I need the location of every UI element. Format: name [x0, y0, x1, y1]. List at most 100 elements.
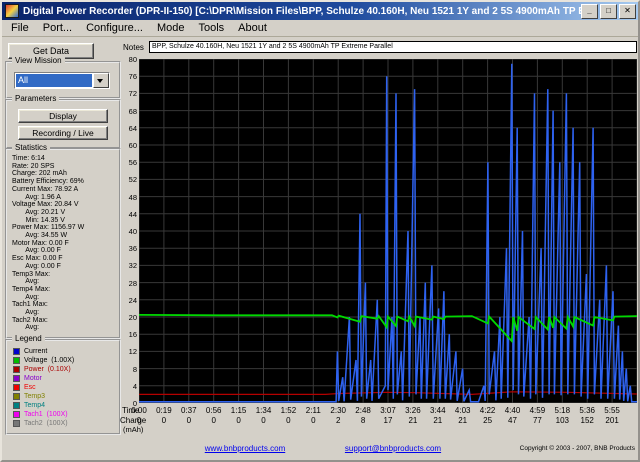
legend-group: Legend CurrentVoltage (1.00X)Power (0.10… — [5, 339, 121, 435]
time-tick: 4:59 — [530, 406, 546, 415]
legend-item-esc[interactable]: Esc — [13, 383, 117, 392]
legend-items: CurrentVoltage (1.00X)Power (0.10X) Motor… — [13, 347, 117, 428]
plot-area[interactable] — [139, 59, 637, 403]
view-mission-select[interactable]: All — [14, 72, 110, 89]
legend-item-tach2-100x[interactable]: Tach2 (100X) — [13, 419, 117, 428]
plot-svg[interactable] — [139, 59, 637, 403]
legend-label: Temp4 — [24, 402, 45, 409]
stat-line: Avg: 20.21 V — [12, 209, 118, 217]
notes-label: Notes — [123, 43, 144, 52]
charge-tick: 0 — [286, 416, 290, 425]
stat-line: Tach1 Max: — [12, 301, 118, 309]
legend-swatch — [13, 420, 20, 427]
legend-group-label: Legend — [12, 334, 45, 343]
content: Get Data View Mission All Parameters Dis… — [2, 37, 638, 460]
stat-line: Charge: 202 mAh — [12, 170, 118, 178]
menu-item-port[interactable]: Port... — [36, 21, 79, 35]
bnb-website-link[interactable]: www.bnbproducts.com — [205, 444, 285, 453]
legend-label: Tach1 (100X) — [24, 411, 68, 418]
y-axis-label: 28 — [115, 279, 137, 288]
stat-line: Avg: 34.55 W — [12, 232, 118, 240]
legend-swatch — [13, 393, 20, 400]
time-tick: 2:11 — [306, 406, 321, 415]
legend-label: Current — [24, 348, 47, 355]
parameters-group: Parameters Display Recording / Live — [5, 99, 121, 149]
minimize-button[interactable]: _ — [581, 4, 598, 19]
charge-tick: 21 — [433, 416, 442, 425]
charge-tick: 2 — [336, 416, 340, 425]
title-bar[interactable]: Digital Power Recorder (DPR-II-150) [C:\… — [2, 2, 638, 20]
legend-item-voltage-1-00x[interactable]: Voltage (1.00X) — [13, 356, 117, 365]
menu-item-file[interactable]: File — [4, 21, 36, 35]
legend-label: Esc — [24, 384, 36, 391]
time-tick: 2:30 — [330, 406, 346, 415]
time-tick: 4:03 — [455, 406, 471, 415]
view-mission-group-label: View Mission — [12, 56, 65, 65]
recording-live-button[interactable]: Recording / Live — [18, 126, 108, 140]
charge-tick: 77 — [533, 416, 542, 425]
menu-bar: FilePort...Configure...ModeToolsAbout — [2, 20, 638, 37]
support-email-link[interactable]: support@bnbproducts.com — [345, 444, 441, 453]
y-axis-label: 40 — [115, 227, 137, 236]
y-axis-label: 36 — [115, 244, 137, 253]
menu-item-about[interactable]: About — [231, 21, 274, 35]
y-axis-label: 4 — [115, 382, 137, 391]
legend-item-power-0-10x[interactable]: Power (0.10X) — [13, 365, 117, 374]
y-axis-label: 68 — [115, 107, 137, 116]
time-tick: 0:56 — [206, 406, 222, 415]
chevron-down-icon[interactable] — [93, 73, 109, 88]
maximize-button[interactable]: □ — [600, 4, 617, 19]
y-axis-label: 56 — [115, 158, 137, 167]
stat-line: Esc Max: 0.00 F — [12, 255, 118, 263]
stat-line: Avg: — [12, 324, 118, 332]
legend-item-motor[interactable]: Motor — [13, 374, 117, 383]
statistics-lines: Time: 6:14Rate: 20 SPSCharge: 202 mAhBat… — [12, 155, 118, 332]
stat-line: Motor Max: 0.00 F — [12, 240, 118, 248]
legend-item-temp3[interactable]: Temp3 — [13, 392, 117, 401]
y-axis-label: 12 — [115, 347, 137, 356]
y-axis-label: 44 — [115, 210, 137, 219]
stat-line: Temp4 Max: — [12, 286, 118, 294]
menu-item-mode[interactable]: Mode — [150, 21, 192, 35]
menu-item-tools[interactable]: Tools — [191, 21, 231, 35]
legend-swatch — [13, 375, 20, 382]
legend-label: Power (0.10X) — [24, 366, 71, 373]
legend-item-temp4[interactable]: Temp4 — [13, 401, 117, 410]
legend-label: Temp3 — [24, 393, 45, 400]
time-tick: 3:07 — [380, 406, 396, 415]
parameters-group-label: Parameters — [12, 94, 59, 103]
y-axis-label: 8 — [115, 365, 137, 374]
statistics-group-label: Statistics — [12, 143, 50, 152]
close-button[interactable]: ✕ — [619, 4, 636, 19]
y-axis-label: 32 — [115, 261, 137, 270]
charge-tick: 25 — [483, 416, 492, 425]
charge-tick: 0 — [211, 416, 215, 425]
time-tick: 1:15 — [231, 406, 247, 415]
legend-swatch — [13, 402, 20, 409]
charge-tick: 47 — [508, 416, 517, 425]
charge-tick: 0 — [187, 416, 191, 425]
stat-line: Power Max: 1156.97 W — [12, 224, 118, 232]
app-icon — [5, 4, 19, 18]
time-tick: 0:37 — [181, 406, 197, 415]
charge-tick: 21 — [458, 416, 467, 425]
time-tick: 5:36 — [579, 406, 595, 415]
legend-item-tach1-100x[interactable]: Tach1 (100X) — [13, 410, 117, 419]
charge-tick: 0 — [261, 416, 265, 425]
y-axis-label: 72 — [115, 89, 137, 98]
display-button[interactable]: Display — [18, 109, 108, 123]
y-axis-label: 80 — [115, 55, 137, 64]
y-axis-label: 76 — [115, 72, 137, 81]
window-title: Digital Power Recorder (DPR-II-150) [C:\… — [23, 6, 581, 17]
stat-line: Voltage Max: 20.84 V — [12, 201, 118, 209]
time-tick: 2:48 — [355, 406, 371, 415]
legend-item-current[interactable]: Current — [13, 347, 117, 356]
legend-swatch — [13, 357, 20, 364]
stat-line: Avg: — [12, 309, 118, 317]
charge-tick: 0 — [236, 416, 240, 425]
legend-label: Motor — [24, 375, 42, 382]
time-tick: 0:00 — [131, 406, 147, 415]
y-axis-label: 60 — [115, 141, 137, 150]
menu-item-configure[interactable]: Configure... — [79, 21, 150, 35]
y-axis-label: 24 — [115, 296, 137, 305]
